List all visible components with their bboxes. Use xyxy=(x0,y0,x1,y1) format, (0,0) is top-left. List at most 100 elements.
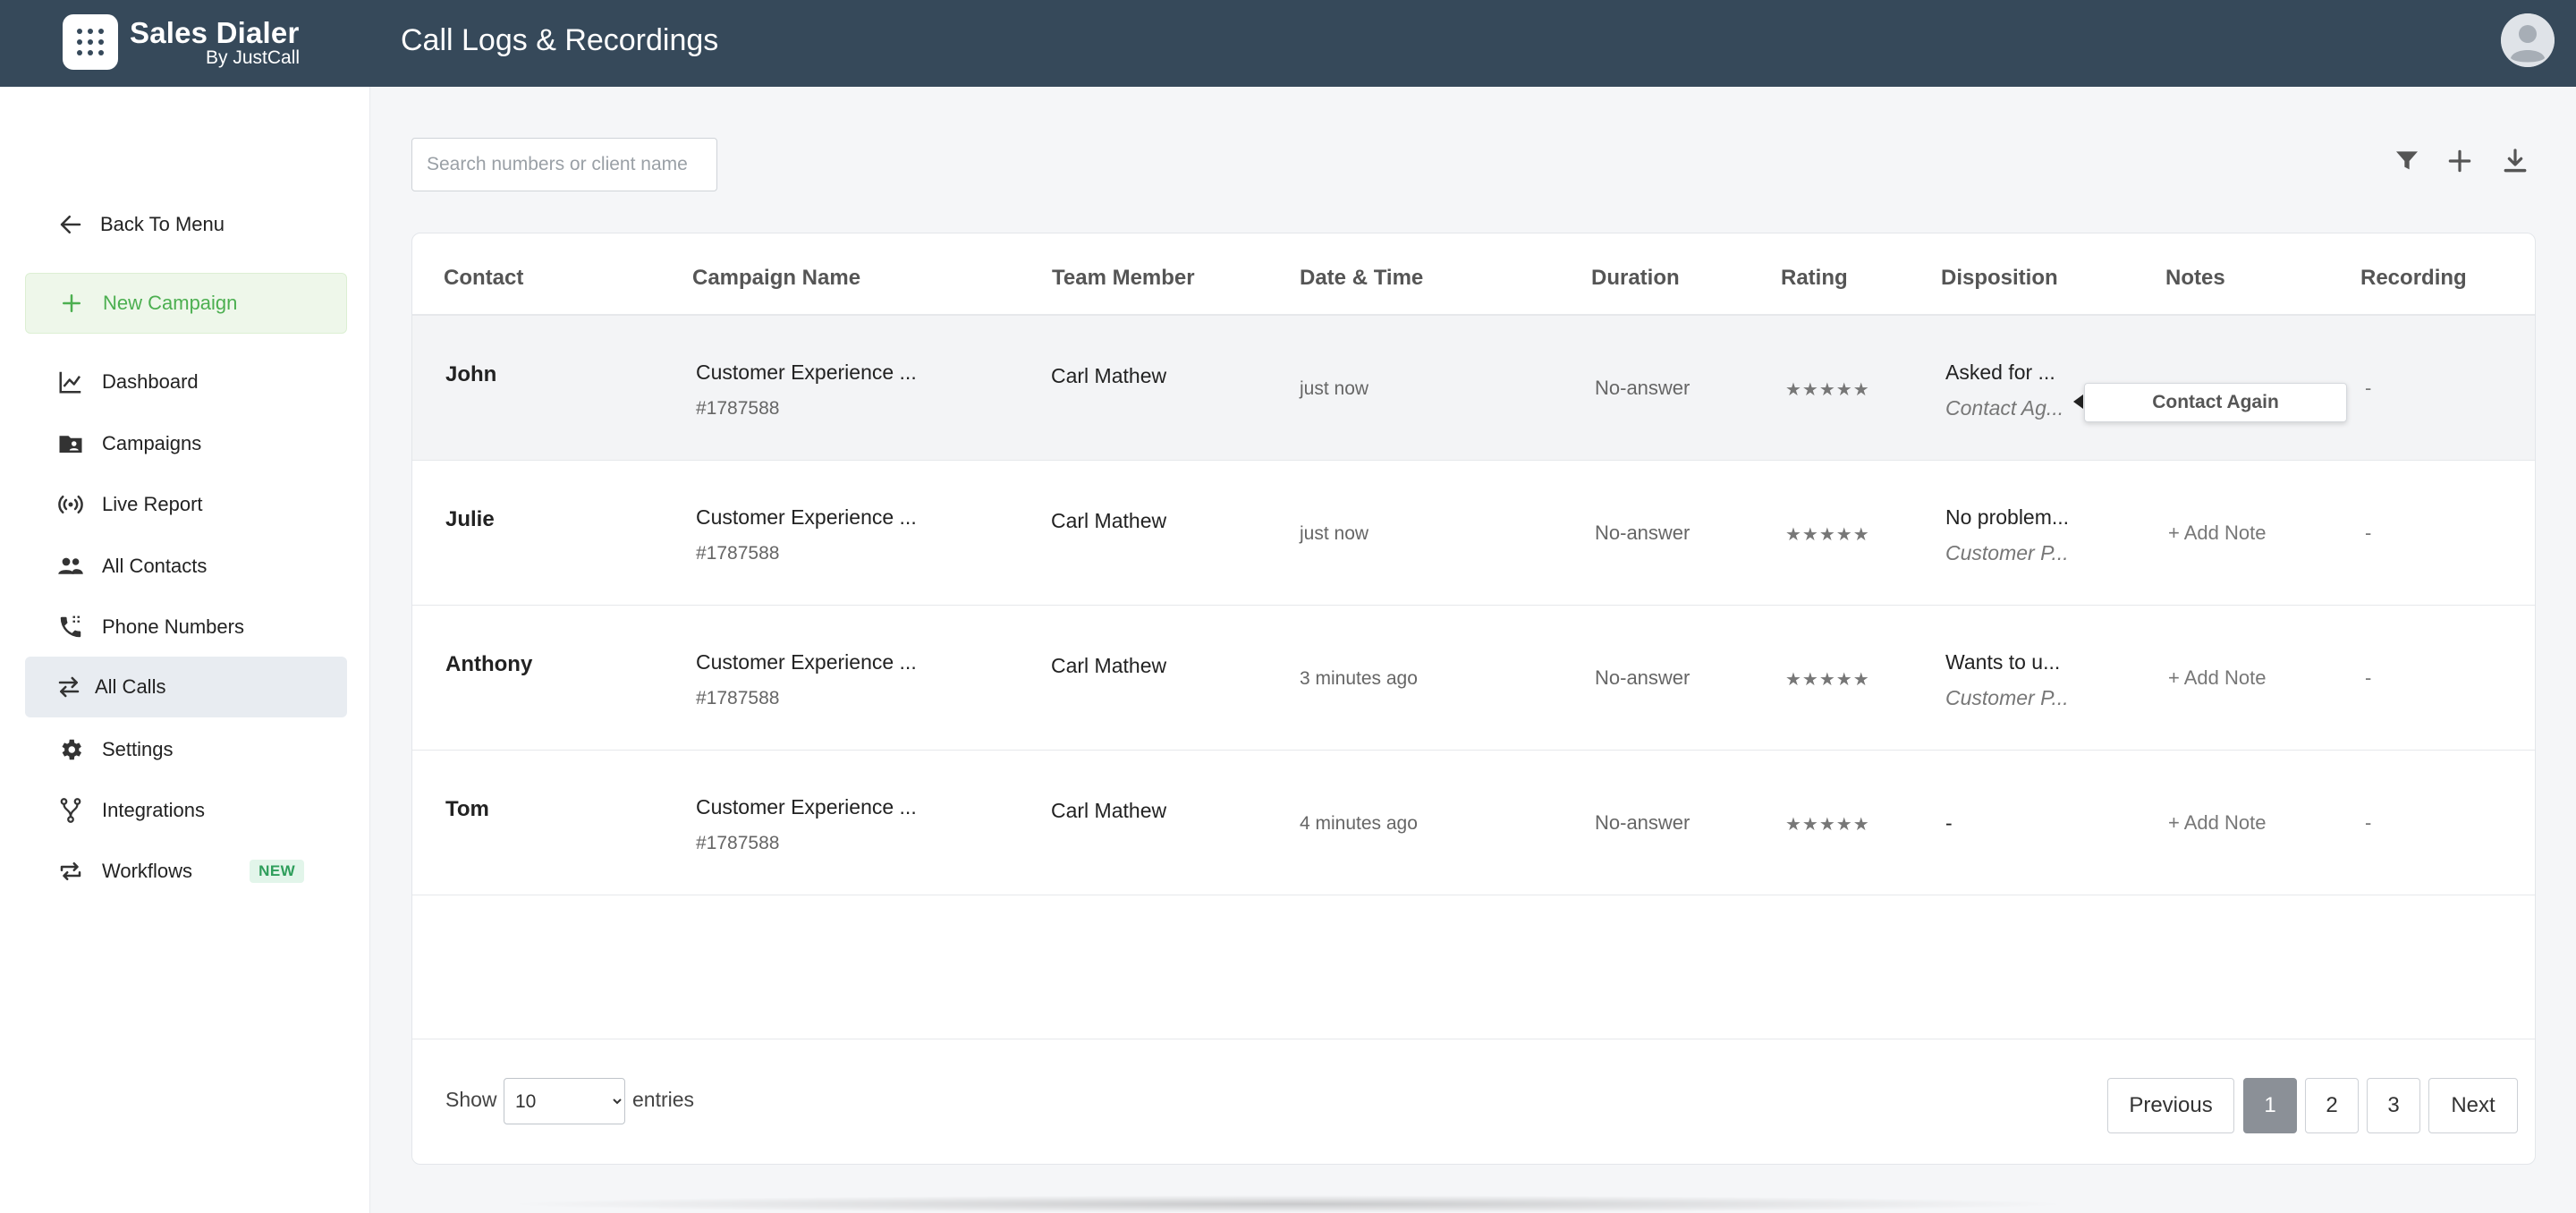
new-campaign-button[interactable]: New Campaign xyxy=(25,273,347,334)
dialpad-logo-icon xyxy=(63,14,118,70)
add-note-link[interactable]: + Add Note xyxy=(2168,522,2266,545)
sidebar-item-dashboard[interactable]: Dashboard xyxy=(25,352,347,412)
call-time: just now xyxy=(1300,523,1369,544)
campaign-id: #1787588 xyxy=(696,688,780,708)
fork-icon xyxy=(55,795,86,826)
contact-name[interactable]: John xyxy=(445,362,496,387)
recording-value: - xyxy=(2365,377,2372,399)
recording-value: - xyxy=(2365,522,2372,544)
plus-icon xyxy=(56,288,87,318)
sidebar-item-label: Phone Numbers xyxy=(102,615,244,638)
column-header-contact[interactable]: Contact xyxy=(444,266,523,291)
column-header-duration[interactable]: Duration xyxy=(1591,266,1680,291)
sidebar-item-phone-numbers[interactable]: Phone Numbers xyxy=(25,597,347,657)
call-duration: No-answer xyxy=(1595,522,1690,544)
disposition-subtext[interactable]: Contact Ag... xyxy=(1945,396,2063,420)
download-icon[interactable] xyxy=(2497,143,2533,179)
entries-per-page-select[interactable]: 10 xyxy=(504,1078,625,1124)
show-label: Show xyxy=(445,1088,497,1111)
gear-icon xyxy=(55,734,86,765)
column-header-disposition[interactable]: Disposition xyxy=(1941,266,2058,291)
campaign-name[interactable]: Customer Experience ... xyxy=(696,361,917,385)
back-to-menu-label: Back To Menu xyxy=(100,213,225,235)
table-row[interactable]: Julie Customer Experience ... #1787588 C… xyxy=(412,461,2535,606)
add-icon[interactable] xyxy=(2442,143,2478,179)
recording-value: - xyxy=(2365,666,2372,689)
entries-label: entries xyxy=(632,1088,695,1111)
disposition-tooltip: Contact Again xyxy=(2084,383,2347,422)
team-member: Carl Mathew xyxy=(1051,654,1167,677)
contact-name[interactable]: Anthony xyxy=(445,652,532,677)
call-time: 4 minutes ago xyxy=(1300,813,1418,834)
column-header-recording[interactable]: Recording xyxy=(2360,266,2467,291)
rating-stars[interactable]: ★★★★★ xyxy=(1785,378,1870,401)
sidebar-item-label: Settings xyxy=(102,738,174,760)
broadcast-icon xyxy=(55,489,86,520)
user-avatar-icon[interactable] xyxy=(2501,13,2555,67)
contact-name[interactable]: Tom xyxy=(445,797,489,822)
column-header-team-member[interactable]: Team Member xyxy=(1052,266,1195,291)
new-campaign-label: New Campaign xyxy=(103,292,238,314)
disposition-subtext[interactable]: Customer P... xyxy=(1945,686,2069,710)
back-to-menu-link[interactable]: Back To Menu xyxy=(25,194,347,255)
sidebar-item-integrations[interactable]: Integrations xyxy=(25,780,347,841)
team-member: Carl Mathew xyxy=(1051,364,1167,387)
sidebar-item-all-calls[interactable]: All Calls xyxy=(25,657,347,717)
search-input[interactable] xyxy=(411,138,717,191)
campaign-id: #1787588 xyxy=(696,543,780,564)
sidebar-item-live-report[interactable]: Live Report xyxy=(25,474,347,535)
sidebar-item-all-contacts[interactable]: All Contacts xyxy=(25,536,347,597)
pagination-previous-button[interactable]: Previous xyxy=(2107,1078,2234,1133)
campaign-name[interactable]: Customer Experience ... xyxy=(696,795,917,819)
disposition-text: No problem... xyxy=(1945,505,2070,529)
sidebar-item-label: Integrations xyxy=(102,799,205,821)
sidebar: Back To Menu New Campaign Dashboard Camp… xyxy=(0,87,370,1213)
sidebar-item-settings[interactable]: Settings xyxy=(25,719,347,780)
team-member: Carl Mathew xyxy=(1051,509,1167,532)
call-duration: No-answer xyxy=(1595,811,1690,834)
contact-name[interactable]: Julie xyxy=(445,507,495,532)
call-duration: No-answer xyxy=(1595,666,1690,689)
brand-name: Sales Dialer xyxy=(130,16,300,49)
filter-icon[interactable] xyxy=(2389,143,2425,179)
column-header-rating[interactable]: Rating xyxy=(1781,266,1848,291)
column-header-campaign[interactable]: Campaign Name xyxy=(692,266,860,291)
table-row[interactable]: Tom Customer Experience ... #1787588 Car… xyxy=(412,751,2535,895)
rating-stars[interactable]: ★★★★★ xyxy=(1785,668,1870,691)
campaign-name[interactable]: Customer Experience ... xyxy=(696,505,917,530)
phone-icon xyxy=(55,612,86,642)
chart-line-icon xyxy=(55,367,86,397)
column-header-date-time[interactable]: Date & Time xyxy=(1300,266,1423,291)
column-header-notes[interactable]: Notes xyxy=(2165,266,2225,291)
people-icon xyxy=(55,551,86,581)
campaign-name[interactable]: Customer Experience ... xyxy=(696,650,917,674)
rating-stars[interactable]: ★★★★★ xyxy=(1785,523,1870,546)
sidebar-item-label: All Contacts xyxy=(102,555,208,577)
repeat-icon xyxy=(55,856,86,886)
new-badge: NEW xyxy=(250,860,305,883)
call-logs-table: Contact Campaign Name Team Member Date &… xyxy=(411,233,2536,1165)
pagination-next-button[interactable]: Next xyxy=(2428,1078,2518,1133)
pagination-page-1[interactable]: 1 xyxy=(2243,1078,2297,1133)
table-row[interactable]: Anthony Customer Experience ... #1787588… xyxy=(412,606,2535,751)
rating-stars[interactable]: ★★★★★ xyxy=(1785,813,1870,836)
disposition-subtext[interactable]: Customer P... xyxy=(1945,541,2069,565)
folder-user-icon xyxy=(55,428,86,459)
swap-arrows-icon xyxy=(54,672,84,702)
page-title: Call Logs & Recordings xyxy=(401,23,719,57)
add-note-link[interactable]: + Add Note xyxy=(2168,811,2266,835)
pagination-page-2[interactable]: 2 xyxy=(2305,1078,2359,1133)
table-header: Contact Campaign Name Team Member Date &… xyxy=(412,233,2535,316)
add-note-link[interactable]: + Add Note xyxy=(2168,666,2266,690)
sidebar-item-workflows[interactable]: Workflows NEW xyxy=(25,841,347,902)
team-member: Carl Mathew xyxy=(1051,799,1167,822)
top-bar: Sales Dialer By JustCall Call Logs & Rec… xyxy=(0,0,2576,87)
disposition-text: - xyxy=(1945,811,1953,835)
bottom-shadow xyxy=(501,1195,2075,1213)
sidebar-item-campaigns[interactable]: Campaigns xyxy=(25,413,347,474)
sidebar-item-label: Workflows xyxy=(102,860,193,882)
disposition-text: Asked for ... xyxy=(1945,361,2055,384)
pagination-page-3[interactable]: 3 xyxy=(2367,1078,2420,1133)
call-duration: No-answer xyxy=(1595,377,1690,399)
tooltip-arrow xyxy=(2073,394,2083,409)
